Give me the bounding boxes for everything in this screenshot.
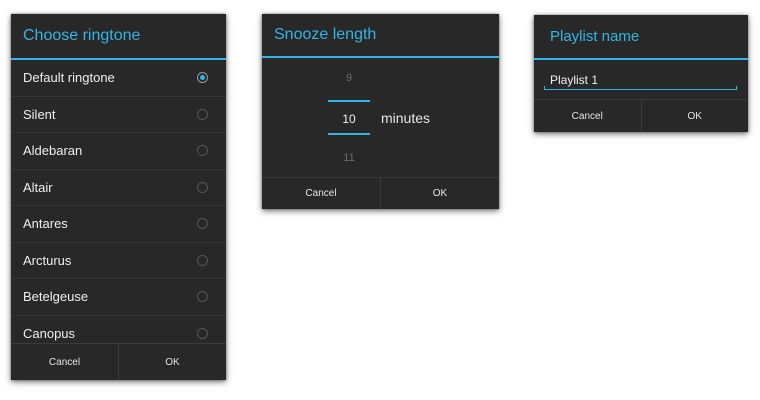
number-picker-divider-bottom xyxy=(328,133,370,135)
ringtone-item-label: Default ringtone xyxy=(23,70,115,86)
ok-button[interactable]: OK xyxy=(640,100,749,132)
ringtone-item-arcturus[interactable]: Arcturus xyxy=(11,243,226,279)
snooze-dialog-title: Snooze length xyxy=(262,14,499,58)
ringtone-item-silent[interactable]: Silent xyxy=(11,97,226,133)
snooze-dialog: Snooze length 9 10 11 minutes Cancel OK xyxy=(262,14,499,209)
cancel-button[interactable]: Cancel xyxy=(11,344,118,380)
number-picker-prev[interactable]: 9 xyxy=(328,72,370,84)
radio-checked-icon[interactable] xyxy=(197,72,208,84)
ringtone-item-label: Silent xyxy=(23,106,56,122)
ringtone-dialog: Choose ringtone Default ringtone Silent … xyxy=(11,14,226,380)
number-picker-divider-top xyxy=(328,100,370,102)
ringtone-button-bar: Cancel OK xyxy=(11,343,226,380)
radio-unchecked-icon[interactable] xyxy=(197,108,208,120)
radio-unchecked-icon[interactable] xyxy=(197,254,208,266)
number-picker-next[interactable]: 11 xyxy=(328,152,370,164)
ok-button[interactable]: OK xyxy=(380,178,499,209)
playlist-name-input[interactable] xyxy=(544,70,737,90)
ringtone-item-antares[interactable]: Antares xyxy=(11,206,226,243)
ringtone-dialog-title: Choose ringtone xyxy=(11,14,226,60)
ok-button[interactable]: OK xyxy=(118,344,226,380)
ringtone-item-label: Canopus xyxy=(23,325,76,341)
playlist-button-bar: Cancel OK xyxy=(534,99,748,132)
ringtone-list[interactable]: Default ringtone Silent Aldebaran Altair… xyxy=(11,60,226,344)
ringtone-item-altair[interactable]: Altair xyxy=(11,170,226,206)
radio-unchecked-icon[interactable] xyxy=(197,145,208,157)
ringtone-item-canopus[interactable]: Canopus xyxy=(11,316,226,345)
ringtone-item-label: Betelgeuse xyxy=(23,289,89,305)
radio-unchecked-icon[interactable] xyxy=(197,181,208,193)
cancel-button[interactable]: Cancel xyxy=(534,100,641,132)
number-picker-current[interactable]: 10 xyxy=(328,112,370,126)
snooze-button-bar: Cancel OK xyxy=(262,177,499,209)
playlist-dialog-title: Playlist name xyxy=(534,15,748,60)
radio-unchecked-icon[interactable] xyxy=(197,291,208,303)
ringtone-item-label: Altair xyxy=(23,179,53,195)
ringtone-item-label: Arcturus xyxy=(23,252,72,268)
ringtone-item-aldebaran[interactable]: Aldebaran xyxy=(11,133,226,170)
input-edge-left xyxy=(544,86,545,90)
radio-unchecked-icon[interactable] xyxy=(197,218,208,230)
cancel-button[interactable]: Cancel xyxy=(262,178,380,209)
radio-unchecked-icon[interactable] xyxy=(197,327,208,339)
ringtone-item-label: Aldebaran xyxy=(23,143,83,159)
ringtone-item-label: Antares xyxy=(23,216,68,232)
input-edge-right xyxy=(736,86,737,90)
ringtone-item-default[interactable]: Default ringtone xyxy=(11,60,226,97)
ringtone-item-betelgeuse[interactable]: Betelgeuse xyxy=(11,279,226,316)
playlist-dialog: Playlist name Cancel OK xyxy=(534,15,748,132)
snooze-unit-label: minutes xyxy=(381,110,431,126)
